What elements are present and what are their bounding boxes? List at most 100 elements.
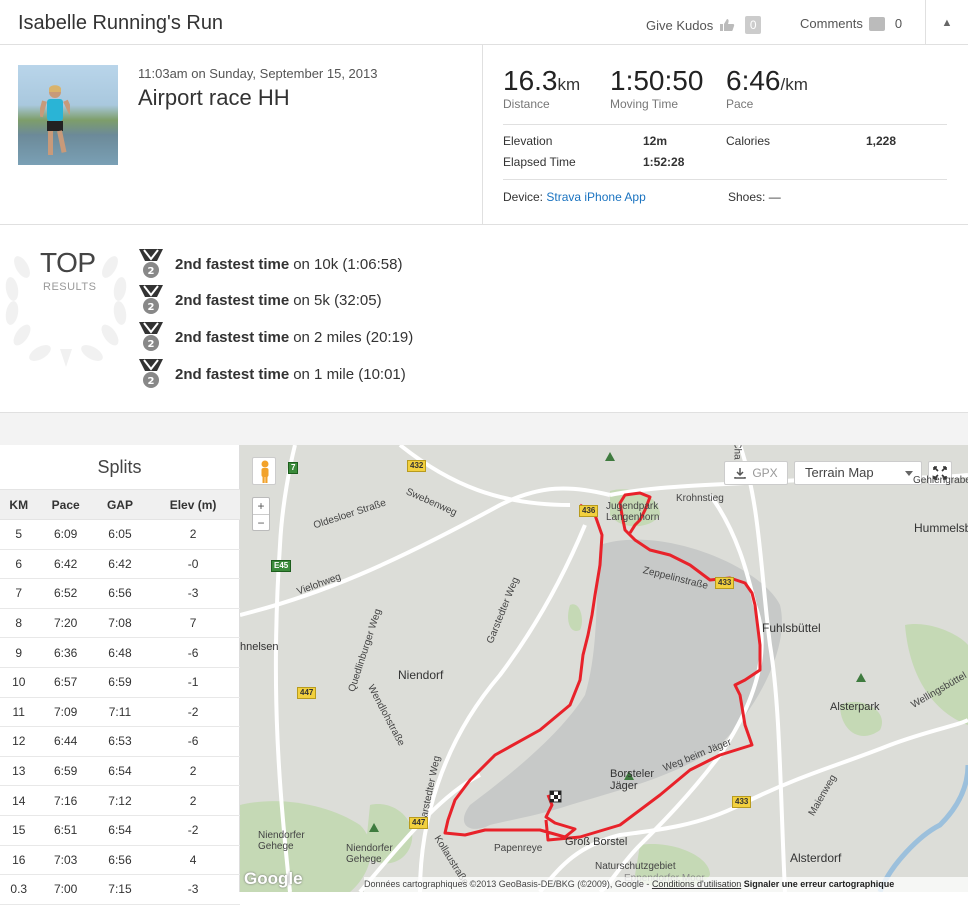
svg-text:2: 2	[148, 339, 155, 350]
achievement-detail: on 10k (1:06:58)	[293, 255, 403, 273]
svg-text:2: 2	[148, 302, 155, 313]
medal-icon: 2	[139, 359, 163, 388]
map-label: Groß Borstel	[565, 836, 628, 848]
collapse-button[interactable]: ▲	[925, 0, 968, 45]
achievement-item: 2 2nd fastest time on 2 miles (20:19)	[137, 322, 413, 352]
medal-icon: 2	[139, 322, 163, 351]
split-cell: 7:00	[37, 874, 94, 905]
distance-stat: 16.3km Distance	[503, 65, 580, 111]
shoes-value: —	[768, 190, 781, 204]
medal-icon: 2	[139, 249, 163, 278]
pace-value: 6:46	[726, 65, 781, 96]
svg-text:2: 2	[148, 376, 155, 387]
terms-link[interactable]: Conditions d'utilisation	[652, 879, 741, 889]
runner-photo	[40, 85, 70, 155]
map-label: Krohnstieg	[676, 493, 724, 504]
splits-panel: Splits KM Pace GAP Elev (m) 5 6:09 6:05 2 6 6…	[0, 445, 240, 905]
column-header: GAP	[93, 489, 147, 520]
map-label: Papenreye	[494, 843, 543, 854]
split-row: 8 7:20 7:08 7	[0, 608, 240, 639]
achievement-detail: on 5k (32:05)	[293, 291, 382, 309]
zoom-in-button[interactable]: +	[253, 498, 269, 514]
moving-time-stat: 1:50:50 Moving Time	[610, 65, 703, 111]
achievement-title: 2nd fastest time	[175, 291, 290, 309]
achievement-item: 2 2nd fastest time on 10k (1:06:58)	[137, 249, 402, 279]
stats-divider	[503, 124, 947, 125]
map-label: hnelsen	[240, 641, 279, 653]
comments-button[interactable]: Comments 0	[800, 16, 902, 31]
elapsed-time-value: 1:52:28	[643, 155, 685, 169]
device-info: Device: Strava iPhone App	[503, 190, 646, 204]
map-type-select[interactable]: Terrain Map	[794, 461, 922, 485]
splits-table: KM Pace GAP Elev (m) 5 6:09 6:05 2 6 6:42 6:42…	[0, 489, 240, 905]
split-cell: 7:08	[93, 608, 147, 639]
split-cell: 6:48	[93, 637, 147, 668]
map-label: Jugendpark Langenhorn	[606, 501, 660, 523]
achievement-title: 2nd fastest time	[175, 328, 290, 346]
svg-text:2: 2	[148, 266, 155, 277]
give-kudos-button[interactable]: Give Kudos 0	[646, 16, 762, 34]
split-row: 7 6:52 6:56 -3	[0, 578, 240, 609]
device-link[interactable]: Strava iPhone App	[546, 190, 645, 204]
stats-divider	[503, 179, 947, 180]
split-cell: 2	[146, 785, 240, 816]
moving-time-label: Moving Time	[610, 97, 679, 111]
split-cell: -2	[146, 815, 240, 846]
device-label: Device:	[503, 190, 544, 204]
split-cell: 2	[146, 519, 240, 550]
achievement-item: 2 2nd fastest time on 5k (32:05)	[137, 285, 382, 315]
kudos-count-badge: 0	[745, 16, 762, 34]
achievement-detail: on 1 mile (10:01)	[293, 365, 406, 383]
split-cell: -3	[146, 578, 240, 609]
achievement-item: 2 2nd fastest time on 1 mile (10:01)	[137, 359, 406, 389]
pegman-icon	[261, 460, 269, 483]
distance-unit: km	[557, 75, 581, 94]
map-label: Niendorf	[398, 668, 444, 682]
chevron-down-icon	[905, 471, 913, 476]
map-label: Borsteler Jäger	[610, 768, 655, 792]
map-label: Naturschutzgebiet	[595, 861, 676, 872]
comments-count: 0	[894, 16, 903, 31]
activity-summary: 11:03am on Sunday, September 15, 2013 Ai…	[0, 45, 968, 225]
google-logo: Google	[244, 869, 303, 888]
split-cell: 6:09	[37, 519, 94, 550]
split-row: 6 6:42 6:42 -0	[0, 549, 240, 580]
split-cell: 6:56	[93, 845, 147, 876]
split-cell: 10	[0, 667, 38, 698]
shoes-info: Shoes: —	[728, 190, 781, 204]
splits-title: Splits	[97, 457, 142, 477]
zoom-out-button[interactable]: −	[253, 515, 269, 531]
results-subheading: RESULTS	[43, 281, 97, 293]
pace-label: Pace	[726, 97, 754, 111]
split-cell: 7:20	[37, 608, 94, 639]
split-cell: 6:42	[93, 549, 147, 580]
split-row: 5 6:09 6:05 2	[0, 519, 240, 550]
section-gap	[0, 413, 968, 445]
split-cell: -6	[146, 726, 240, 757]
split-cell: 6:42	[37, 549, 94, 580]
split-cell: 6:52	[37, 578, 94, 609]
street-view-pegman[interactable]	[252, 457, 276, 485]
split-cell: 13	[0, 756, 38, 787]
report-error-link[interactable]: Signaler une erreur cartographique	[744, 879, 895, 889]
download-icon	[734, 468, 747, 479]
split-cell: 2	[146, 756, 240, 787]
column-header: Elev (m)	[146, 489, 240, 520]
split-cell: 7:16	[37, 785, 94, 816]
split-row: 11 7:09 7:11 -2	[0, 697, 240, 728]
split-row: 14 7:16 7:12 2	[0, 785, 240, 816]
split-cell: 0.3	[0, 874, 38, 905]
athlete-avatar[interactable]	[18, 65, 118, 165]
shoes-label: Shoes:	[728, 190, 766, 204]
map-label: Alsterdorf	[790, 851, 842, 865]
split-row: 16 7:03 6:56 4	[0, 845, 240, 876]
split-cell: 6:05	[93, 519, 147, 550]
comments-label: Comments	[800, 16, 863, 31]
split-cell: 6:57	[37, 667, 94, 698]
split-cell: 6:51	[37, 815, 94, 846]
split-cell: 6	[0, 549, 38, 580]
split-cell: -1	[146, 667, 240, 698]
split-cell: 7:03	[37, 845, 94, 876]
gpx-download-button[interactable]: GPX	[724, 461, 788, 485]
route-map[interactable]: + − GPX Terrain Map Niendorf Fuhlsbüttel…	[240, 445, 968, 892]
